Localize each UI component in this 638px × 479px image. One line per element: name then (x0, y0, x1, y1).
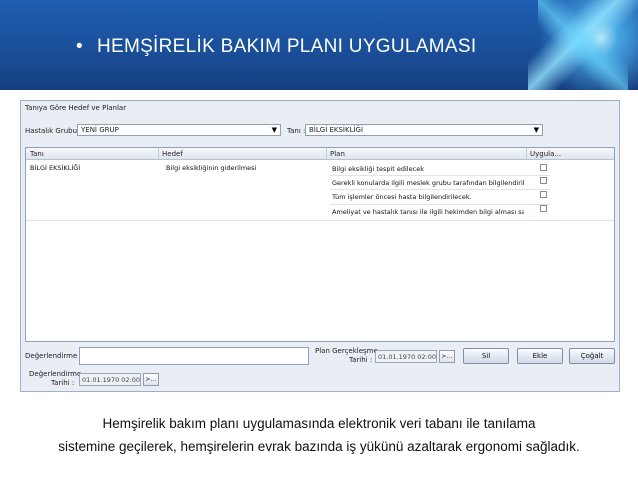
cell-plan[interactable]: Tüm işlemler öncesi hasta bilgilendirile… (332, 193, 524, 201)
row-divider (330, 175, 550, 176)
delete-button[interactable]: Sil (463, 348, 509, 364)
group-title: Tanıya Göre Hedef ve Planlar (25, 104, 127, 112)
apply-checkbox[interactable] (540, 205, 547, 212)
apply-checkbox[interactable] (540, 191, 547, 198)
column-header-hedef[interactable]: Hedef (162, 150, 183, 158)
chevron-down-icon[interactable]: ▼ (534, 126, 539, 134)
cell-tani[interactable]: BİLGİ EKSİKLİĞİ (30, 164, 80, 172)
patient-group-value: YENİ GRUP (81, 126, 119, 134)
eval-date-picker-button[interactable]: >... (143, 373, 159, 386)
column-header-uygula[interactable]: Uygula... (530, 150, 561, 158)
plan-date-field[interactable]: 01.01.1970 02:00: (375, 350, 437, 363)
plan-date-label-2: Tarihi : (349, 356, 373, 364)
caption-line-2: sistemine geçilerek, hemşirelerin evrak … (58, 439, 580, 454)
eval-date-label: Değerlendirme (29, 370, 82, 378)
slide: • HEMŞİRELİK BAKIM PLANI UYGULAMASI Tanıy… (0, 0, 638, 479)
chevron-down-icon[interactable]: ▼ (272, 126, 277, 134)
slide-title-text: HEMŞİRELİK BAKIM PLANI UYGULAMASI (96, 36, 477, 57)
eval-date-label-2: Tarihi : (51, 379, 75, 387)
care-plan-grid: Tanı Hedef Plan Uygula... BİLGİ EKSİKLİĞ… (25, 147, 615, 342)
apply-checkbox[interactable] (540, 177, 547, 184)
apply-checkbox[interactable] (540, 164, 547, 171)
row-divider (330, 204, 550, 205)
diagnosis-select[interactable]: BİLGİ EKSİKLİĞİ ▼ (305, 124, 543, 136)
copy-button[interactable]: Çoğalt (569, 348, 615, 364)
decorative-beam (538, 0, 628, 90)
bullet-icon: • (76, 36, 83, 57)
patient-group-label: Hastalık Grubu : (25, 127, 82, 135)
slide-caption: Hemşirelik bakım planı uygulamasında ele… (0, 412, 638, 458)
column-separator (158, 148, 159, 160)
slide-header: • HEMŞİRELİK BAKIM PLANI UYGULAMASI (0, 0, 638, 90)
cell-plan[interactable]: Bilgi eksikliği tespit edilecek (332, 165, 524, 173)
plan-date-label: Plan Gerçekleşme (315, 347, 378, 355)
row-divider (330, 189, 550, 190)
cell-plan[interactable]: Ameliyat ve hastalık tanısı ile ilgili h… (332, 208, 524, 216)
grid-header: Tanı Hedef Plan Uygula... (26, 148, 614, 160)
column-header-tani[interactable]: Tanı (30, 150, 44, 158)
column-separator (326, 148, 327, 160)
evaluation-input[interactable] (79, 347, 309, 365)
plan-date-picker-button[interactable]: >... (439, 350, 455, 363)
add-button[interactable]: Ekle (517, 348, 563, 364)
evaluation-label: Değerlendirme : (25, 352, 82, 360)
diagnosis-label: Tanı : (287, 127, 306, 135)
diagnosis-value: BİLGİ EKSİKLİĞİ (309, 126, 364, 134)
slide-title: • HEMŞİRELİK BAKIM PLANI UYGULAMASI (76, 36, 476, 58)
eval-date-field[interactable]: 01.01.1970 02:00: (79, 373, 141, 386)
caption-line-1: Hemşirelik bakım planı uygulamasında ele… (102, 416, 536, 431)
column-header-plan[interactable]: Plan (330, 150, 345, 158)
care-plan-window: Tanıya Göre Hedef ve Planlar Hastalık Gr… (20, 100, 620, 392)
patient-group-select[interactable]: YENİ GRUP ▼ (77, 124, 281, 136)
row-divider (26, 220, 614, 221)
cell-hedef[interactable]: Bilgi eksikliğinin giderilmesi (166, 164, 256, 172)
column-separator (526, 148, 527, 160)
cell-plan[interactable]: Gerekli konularda ilgili meslek grubu ta… (332, 179, 524, 187)
